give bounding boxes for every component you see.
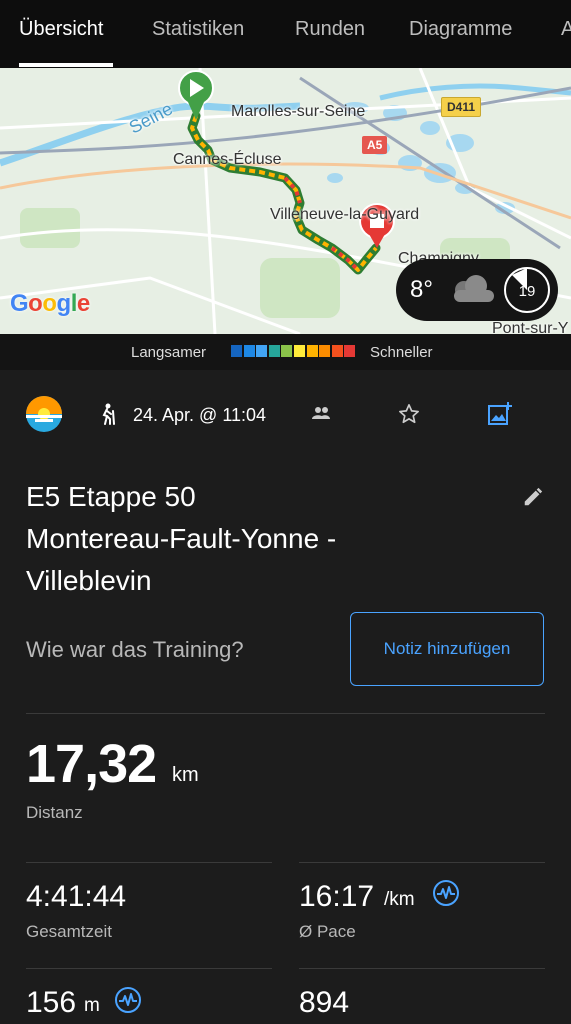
tab-more[interactable]: A — [561, 18, 571, 41]
legend-color-segment — [281, 345, 293, 357]
pace-chart-icon[interactable] — [432, 879, 460, 907]
wind-icon: 19 — [504, 267, 550, 313]
activity-date: 24. Apr. @ 11:04 — [133, 405, 267, 425]
tab-overview[interactable]: Übersicht — [19, 18, 103, 41]
divider — [26, 968, 272, 969]
divider — [299, 862, 545, 863]
legend-color-segment — [319, 345, 331, 357]
route-map[interactable]: Seine Marolles-sur-Seine Cannes-Écluse V… — [0, 68, 571, 334]
legend-color-segment — [331, 345, 343, 357]
pace-unit: /km — [384, 889, 415, 910]
activity-title: E5 Etappe 50 Montereau-Fault-Yonne - Vil… — [26, 476, 496, 602]
tab-charts[interactable]: Diagramme — [409, 18, 512, 41]
legend-color-segment — [231, 345, 242, 357]
pace-value: 16:17 — [299, 880, 375, 913]
edit-pencil-icon[interactable] — [522, 486, 544, 508]
distance-value: 17,32 — [26, 734, 157, 794]
legend-color-segment — [256, 345, 268, 357]
pace-legend: Langsamer Schneller — [0, 334, 571, 370]
tab-statistics[interactable]: Statistiken — [152, 18, 244, 41]
road-badge: A5 — [362, 136, 388, 154]
calories-value: 894 — [299, 986, 350, 1019]
legend-color-segment — [344, 345, 356, 357]
divider — [26, 862, 272, 863]
total-time-value: 4:41:44 — [26, 880, 127, 913]
temperature: 8° — [410, 276, 433, 303]
legend-color-segment — [294, 345, 305, 357]
legend-color-segment — [306, 345, 318, 357]
distance-unit: km — [172, 764, 199, 786]
tab-bar: Übersicht Statistiken Runden Diagramme A — [0, 0, 571, 68]
star-icon[interactable] — [398, 403, 420, 425]
cloud-icon — [454, 275, 494, 302]
elevation-chart-icon[interactable] — [114, 986, 142, 1014]
start-marker — [178, 70, 214, 120]
place-label: Villeneuve-la-Guyard — [270, 206, 420, 223]
pace-label: Ø Pace — [299, 922, 356, 941]
title-line: Villeblevin — [26, 565, 152, 596]
tab-laps[interactable]: Runden — [295, 18, 365, 41]
total-time-label: Gesamtzeit — [26, 922, 112, 941]
elevation-value: 156 — [26, 986, 77, 1019]
legend-color-segment — [268, 345, 280, 357]
add-note-button[interactable]: Notiz hinzufügen — [350, 612, 544, 686]
feedback-prompt: Wie war das Training? — [26, 637, 244, 662]
place-label: Pont-sur-Y — [492, 320, 569, 334]
google-logo: Google — [10, 290, 90, 317]
legend-slower-label: Langsamer — [131, 344, 207, 361]
place-label: Marolles-sur-Seine — [231, 103, 366, 120]
divider — [26, 713, 545, 714]
distance-label: Distanz — [26, 803, 83, 822]
people-icon[interactable] — [311, 406, 331, 422]
active-tab-indicator — [19, 63, 113, 67]
wind-speed: 19 — [519, 283, 536, 300]
activity-type-icon — [26, 396, 62, 432]
elevation-unit: m — [84, 995, 100, 1016]
road-badge: D411 — [441, 97, 482, 117]
hiking-icon — [102, 403, 115, 425]
divider — [299, 968, 545, 969]
place-label: Cannes-Écluse — [173, 151, 282, 168]
title-line: Montereau-Fault-Yonne - — [26, 523, 337, 554]
legend-faster-label: Schneller — [370, 344, 433, 361]
weather-widget[interactable]: 8° 19 — [396, 259, 558, 321]
title-line: E5 Etappe 50 — [26, 481, 196, 512]
add-photo-icon[interactable] — [487, 401, 513, 427]
legend-color-segment — [243, 345, 255, 357]
